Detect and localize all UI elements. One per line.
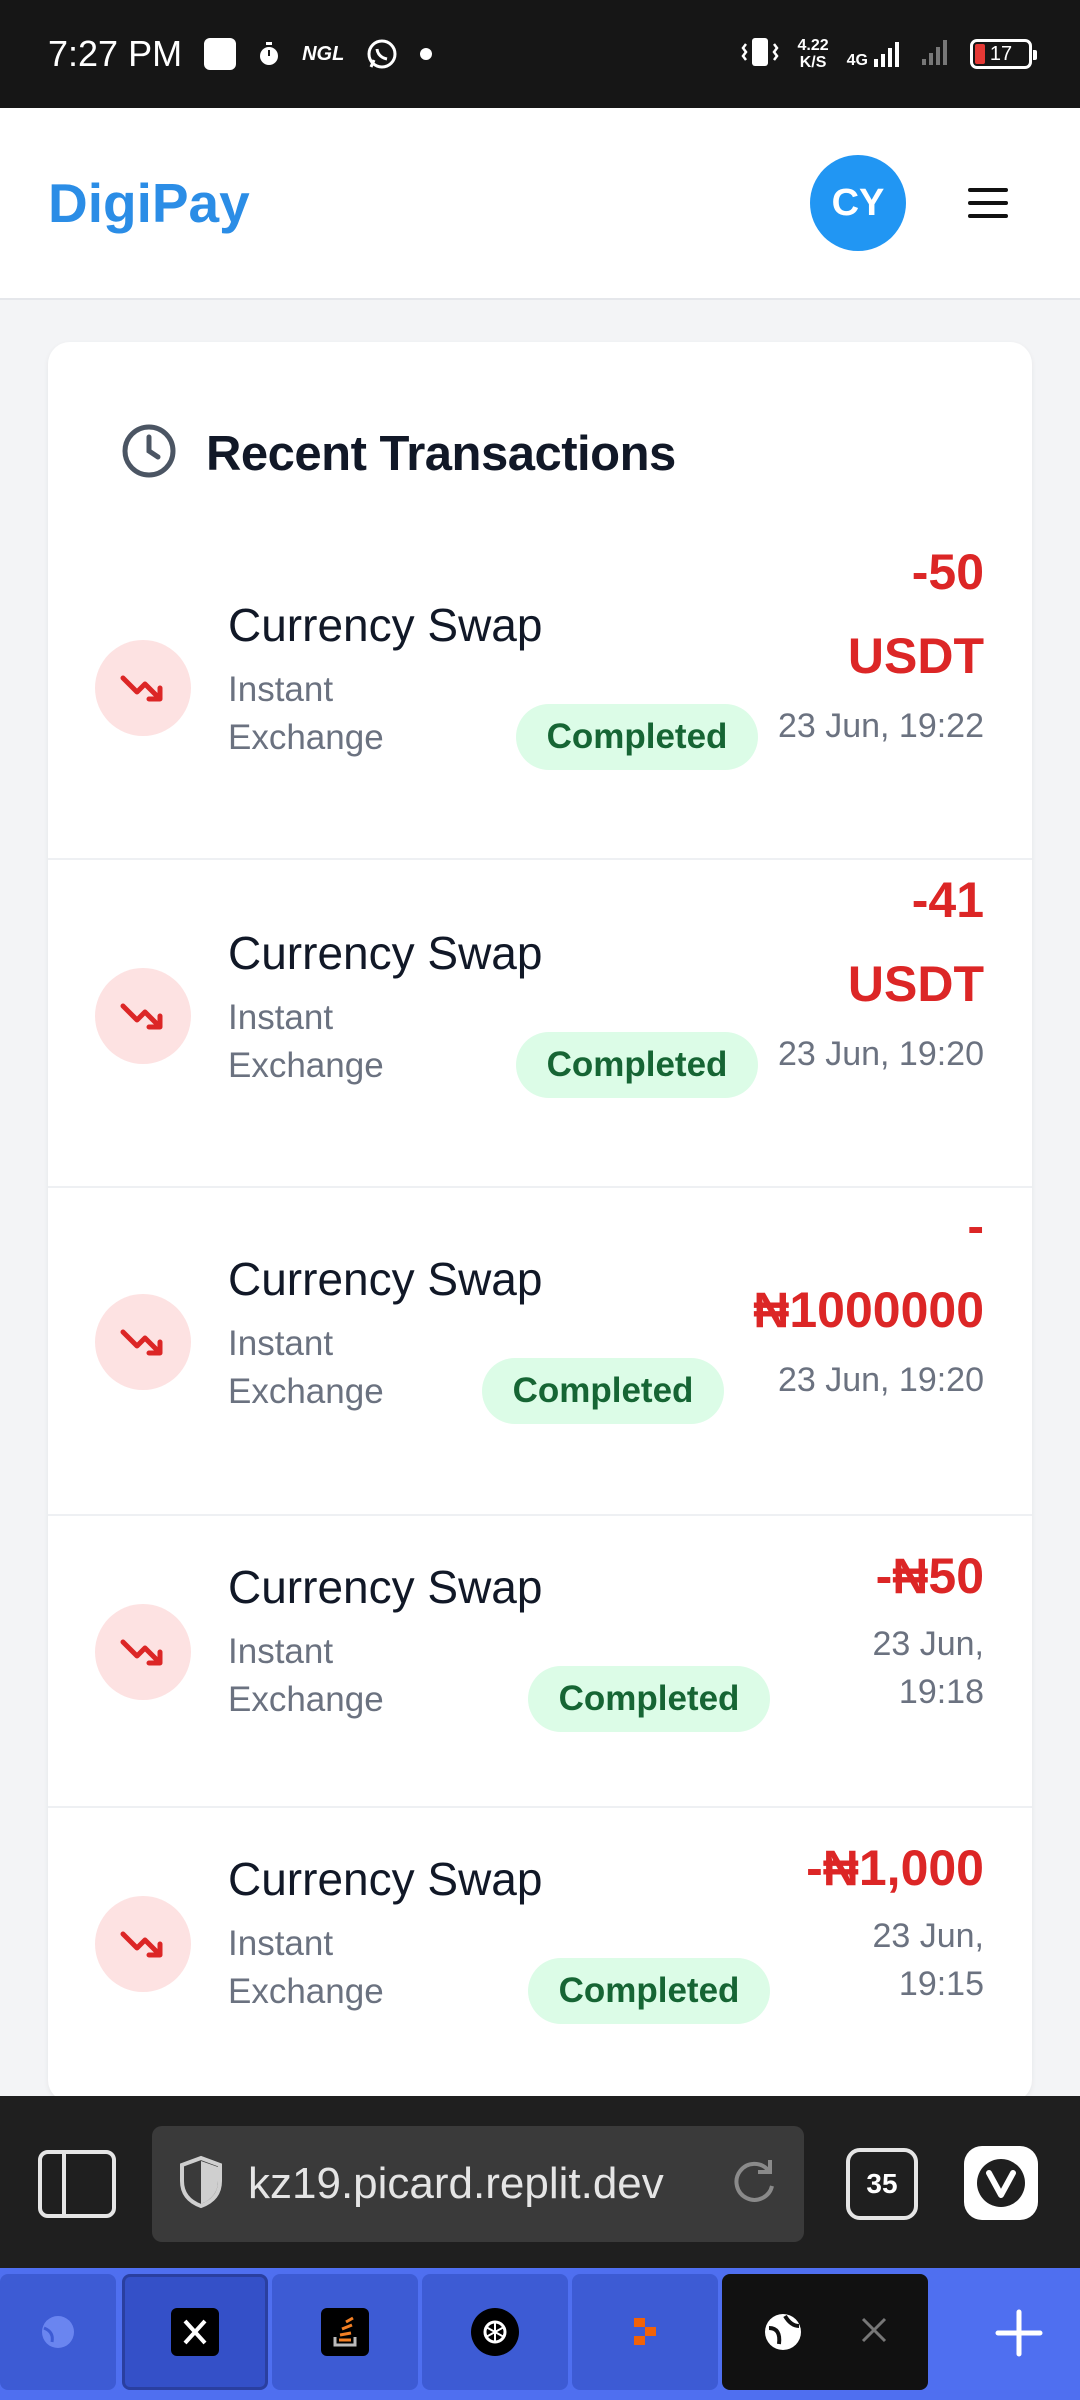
transaction-amount: -₦1,000 — [806, 1826, 984, 1910]
vivaldi-menu-icon[interactable] — [964, 2146, 1038, 2220]
time-line: 19:18 — [898, 1673, 984, 1711]
transaction-name: Currency Swap — [228, 1561, 543, 1613]
status-bar: 7:27 PM NGL 4.22 K/S 4G 17 — [0, 0, 1080, 108]
amount-line: -41 — [911, 872, 984, 928]
date-line: 23 Jun, 19:20 — [777, 1361, 984, 1399]
card-header: Recent Transactions — [120, 422, 676, 485]
amount-currency: ₦1000000 — [753, 1282, 984, 1338]
signal-2-icon — [920, 37, 952, 72]
app-header: DigiPay CY — [0, 108, 1080, 300]
transaction-date: 23 Jun, 19:20 — [778, 1030, 984, 1078]
x-logo-icon — [171, 2308, 219, 2356]
transaction-type: Instant Exchange — [228, 1924, 384, 2011]
globe-icon — [34, 2308, 82, 2356]
transaction-date: 23 Jun, 19:15 — [872, 1912, 984, 2008]
transaction-row[interactable]: Currency Swap Instant Exchange Completed… — [48, 858, 1032, 1186]
dot-icon — [420, 48, 433, 60]
close-tab-icon[interactable] — [857, 2313, 891, 2352]
new-tab-icon[interactable] — [994, 2308, 1044, 2358]
status-badge: Completed — [528, 1666, 770, 1732]
ngl-icon: NGL — [302, 42, 345, 65]
transaction-date: 23 Jun, 19:20 — [778, 1356, 984, 1404]
transaction-date: 23 Jun, 19:18 — [872, 1620, 984, 1716]
transaction-amount: -41 USDT — [848, 858, 984, 1026]
transaction-name: Currency Swap — [228, 1253, 543, 1305]
transaction-name: Currency Swap — [228, 927, 543, 979]
transaction-type: Instant Exchange — [228, 998, 384, 1085]
amount-currency: USDT — [847, 956, 984, 1012]
amount-currency: USDT — [847, 628, 984, 684]
amount-line: - — [967, 1198, 984, 1254]
tab-replit[interactable] — [572, 2274, 718, 2390]
date-line: 23 Jun, — [872, 1625, 984, 1663]
tab-x[interactable] — [122, 2274, 268, 2390]
vibrate-icon — [740, 35, 780, 74]
card-title: Recent Transactions — [206, 426, 676, 481]
transaction-row[interactable]: Currency Swap Instant Exchange Completed… — [48, 1186, 1032, 1514]
transaction-type: Instant Exchange — [228, 670, 384, 757]
date-line: 23 Jun, 19:22 — [777, 707, 984, 745]
stackoverflow-icon — [321, 2308, 369, 2356]
browser-toolbar: kz19.picard.replit.dev 35 — [0, 2096, 1080, 2268]
battery-icon: 17 — [970, 39, 1037, 69]
replit-icon — [621, 2308, 669, 2356]
status-time: 7:27 PM — [48, 33, 183, 74]
transaction-type: Instant Exchange — [228, 1324, 384, 1411]
tab-stackoverflow[interactable] — [272, 2274, 418, 2390]
transactions-card: Recent Transactions Currency Swap Instan… — [48, 342, 1032, 2102]
trending-down-icon — [95, 1604, 191, 1700]
status-badge: Completed — [482, 1358, 724, 1424]
net-speed-unit: K/S — [799, 54, 827, 71]
tab-globe[interactable] — [0, 2274, 116, 2390]
address-bar[interactable]: kz19.picard.replit.dev — [152, 2126, 804, 2242]
brand-logo[interactable]: DigiPay — [48, 171, 250, 235]
tab-chatgpt[interactable] — [422, 2274, 568, 2390]
sidebar-toggle-icon[interactable] — [38, 2150, 116, 2218]
transaction-name: Currency Swap — [228, 599, 543, 651]
tab-strip — [0, 2268, 1080, 2400]
clock-icon — [120, 422, 178, 485]
battery-level: 17 — [989, 42, 1013, 65]
trending-down-icon — [95, 1896, 191, 1992]
menu-icon[interactable] — [968, 188, 1008, 218]
status-badge: Completed — [516, 1032, 758, 1098]
shield-icon[interactable] — [178, 2155, 224, 2214]
transaction-amount: - ₦1000000 — [753, 1184, 984, 1352]
globe-icon — [759, 2308, 807, 2356]
tab-count-button[interactable]: 35 — [846, 2148, 918, 2220]
network-label: 4G — [846, 52, 868, 69]
timer-icon — [258, 41, 280, 67]
transaction-row[interactable]: Currency Swap Instant Exchange Completed… — [48, 1806, 1032, 2102]
time-line: 19:15 — [898, 1965, 984, 2003]
amount-line: -₦50 — [875, 1548, 984, 1604]
status-badge: Completed — [528, 1958, 770, 2024]
net-speed-value: 4.22 — [797, 37, 829, 54]
transaction-row[interactable]: Currency Swap Instant Exchange Completed… — [48, 530, 1032, 858]
transaction-row[interactable]: Currency Swap Instant Exchange Completed… — [48, 1514, 1032, 1806]
url-text[interactable]: kz19.picard.replit.dev — [248, 2159, 708, 2209]
date-line: 23 Jun, 19:20 — [777, 1035, 984, 1073]
trending-down-icon — [95, 1294, 191, 1390]
trending-down-icon — [95, 968, 191, 1064]
amount-line: -₦1,000 — [806, 1840, 984, 1896]
transaction-name: Currency Swap — [228, 1853, 543, 1905]
avatar[interactable]: CY — [810, 155, 906, 251]
date-line: 23 Jun, — [872, 1917, 984, 1955]
status-badge: Completed — [516, 704, 758, 770]
chatgpt-icon — [471, 2308, 519, 2356]
amount-line: -50 — [911, 544, 984, 600]
transaction-amount: -₦50 — [876, 1534, 984, 1618]
tab-current[interactable] — [722, 2274, 928, 2390]
trending-down-icon — [95, 640, 191, 736]
network-type: 4G — [847, 39, 902, 69]
signal-icon — [874, 42, 899, 67]
net-speed: 4.22 K/S — [798, 37, 829, 71]
transaction-date: 23 Jun, 19:22 — [778, 702, 984, 750]
transaction-amount: -50 USDT — [848, 530, 984, 698]
transaction-type: Instant Exchange — [228, 1632, 384, 1719]
square-app-icon — [204, 38, 237, 70]
reload-icon[interactable] — [728, 2156, 780, 2213]
whatsapp-icon — [366, 38, 398, 70]
